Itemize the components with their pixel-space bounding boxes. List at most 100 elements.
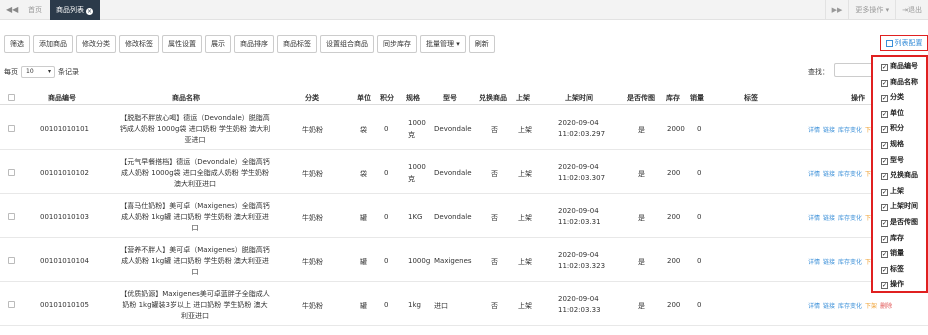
column-toggle[interactable]: ✓ 商品编号 (881, 61, 918, 71)
action-detail[interactable]: 详情 (808, 127, 820, 134)
checkbox-checked-icon[interactable]: ✓ (881, 251, 888, 259)
column-toggle[interactable]: ✓ 操作 (881, 279, 904, 290)
row-checkbox[interactable] (8, 169, 15, 176)
column-header: 商品名称 (172, 94, 200, 102)
checkbox-checked-icon[interactable]: ✓ (881, 188, 888, 196)
scroll-right-icon[interactable]: ▶▶ (824, 0, 849, 20)
action-detail[interactable]: 详情 (808, 303, 820, 310)
exchange: 否 (491, 214, 498, 222)
column-toggle[interactable]: ✓ 销量 (881, 248, 904, 259)
column-toggle[interactable]: ✓ 上架时间 (881, 201, 918, 212)
toolbar-button-4[interactable]: 属性设置 (162, 35, 202, 53)
toolbar-button-1[interactable]: 添加商品 (33, 35, 73, 53)
select-all-checkbox[interactable] (8, 94, 15, 101)
checkbox-checked-icon[interactable]: ✓ (881, 142, 888, 149)
column-toggle-label: 型号 (890, 155, 904, 164)
table-header: 商品编号 商品名称 分类 单位 积分 规格 型号 兑换商品 上架 上架时间 是否传图 库存 销量 标签 操作 (0, 88, 928, 105)
column-toggle[interactable]: ✓ 是否传图 (881, 217, 918, 227)
checkbox-checked-icon[interactable]: ✓ (881, 95, 888, 103)
action-delete[interactable]: 删除 (880, 303, 892, 310)
checkbox-checked-icon[interactable]: ✓ (881, 79, 888, 87)
product-name-line: 钙成人奶粉 1000g袋 进口奶粉 学生奶粉 澳大利 (119, 125, 271, 133)
toolbar-button-10[interactable]: 批量管理 ▾ (420, 35, 466, 53)
action-link[interactable]: 链接 (823, 259, 835, 266)
column-toggle[interactable]: ✓ 商品名称 (881, 77, 918, 87)
tab-product-list[interactable]: 商品列表 × (50, 0, 100, 20)
column-toggle[interactable]: ✓ 单位 (881, 108, 904, 118)
tab-home[interactable]: 首页 (28, 5, 42, 15)
action-unshelf[interactable]: 下架 (865, 303, 877, 310)
action-link[interactable]: 链接 (823, 171, 835, 178)
column-toggle[interactable]: ✓ 规格 (881, 139, 904, 149)
row-checkbox[interactable] (8, 301, 15, 308)
column-toggle[interactable]: ✓ 标签 (881, 264, 904, 274)
shelf-status: 上架 (518, 258, 532, 266)
sales: 0 (697, 213, 702, 221)
has-picture: 是 (638, 258, 645, 266)
checkbox-checked-icon[interactable]: ✓ (881, 110, 888, 118)
action-link[interactable]: 链接 (823, 127, 835, 134)
row-actions: 详情链接库存变化下架删除 (808, 301, 895, 310)
action-detail[interactable]: 详情 (808, 171, 820, 178)
checkbox-checked-icon[interactable]: ✓ (881, 266, 888, 274)
action-detail[interactable]: 详情 (808, 215, 820, 222)
model: Devondale (434, 125, 472, 133)
action-link[interactable]: 链接 (823, 215, 835, 222)
category: 牛奶粉 (302, 214, 323, 222)
row-checkbox[interactable] (8, 125, 15, 132)
checkbox-checked-icon[interactable]: ✓ (881, 157, 888, 165)
product-name-line: 口 (191, 224, 199, 232)
toolbar-button-11[interactable]: 刷新 (468, 35, 495, 53)
column-toggle[interactable]: ✓ 库存 (881, 233, 904, 243)
column-header: 积分 (380, 94, 394, 102)
column-toggle-label: 规格 (890, 140, 904, 148)
page-size-select[interactable]: 10 (21, 66, 55, 78)
toolbar-button-5[interactable]: 展示 (205, 35, 231, 53)
logout-button[interactable]: ⇥退出 (895, 0, 928, 20)
action-link[interactable]: 链接 (823, 303, 835, 310)
column-toggle-label: 操作 (890, 280, 904, 289)
toolbar-button-2[interactable]: 修改分类 (76, 35, 116, 53)
checkbox-checked-icon[interactable]: ✓ (881, 173, 888, 181)
action-stock[interactable]: 库存变化 (838, 303, 862, 310)
shelf-time-line: 2020-09-04 (558, 207, 599, 215)
row-checkbox[interactable] (8, 213, 15, 220)
column-header: 操作 (851, 94, 865, 102)
toolbar-button-3[interactable]: 修改标签 (119, 35, 159, 53)
column-toggle[interactable]: ✓ 型号 (881, 155, 904, 165)
toolbar-button-6[interactable]: 商品排序 (234, 35, 274, 53)
action-stock[interactable]: 库存变化 (838, 127, 862, 134)
checkbox-checked-icon[interactable]: ✓ (881, 64, 888, 71)
action-stock[interactable]: 库存变化 (838, 171, 862, 178)
page-size-suffix: 条记录 (58, 68, 79, 76)
column-toggle[interactable]: ✓ 上架 (881, 186, 904, 196)
row-checkbox[interactable] (8, 257, 15, 264)
action-stock[interactable]: 库存变化 (838, 215, 862, 222)
checkbox-checked-icon[interactable]: ✓ (881, 235, 888, 243)
checkbox-checked-icon[interactable]: ✓ (881, 204, 888, 212)
column-toggle[interactable]: ✓ 积分 (881, 123, 904, 134)
close-tab-icon[interactable]: × (86, 8, 93, 15)
checkbox-checked-icon[interactable]: ✓ (881, 126, 888, 134)
scroll-left-icon[interactable]: ◀◀ (6, 5, 18, 14)
column-config-button[interactable]: 列表配置 (880, 35, 928, 51)
column-toggle-label: 兑换商品 (890, 171, 918, 180)
toolbar-button-9[interactable]: 同步库存 (377, 35, 417, 53)
column-toggle[interactable]: ✓ 兑换商品 (881, 170, 918, 181)
table-row: 00101010103 【喜马仕奶粉】美可卓（Maxigenes）全脂高钙 成人奶粉… (0, 195, 928, 238)
toolbar-button-7[interactable]: 商品标签 (277, 35, 317, 53)
category: 牛奶粉 (302, 126, 323, 134)
search-input[interactable] (834, 63, 874, 77)
toolbar-button-0[interactable]: 筛选 (4, 35, 30, 53)
action-detail[interactable]: 详情 (808, 259, 820, 266)
checkbox-checked-icon[interactable]: ✓ (881, 282, 888, 290)
sales: 0 (697, 169, 702, 177)
action-stock[interactable]: 库存变化 (838, 259, 862, 266)
more-ops-menu[interactable]: 更多操作 ▾ (848, 0, 895, 20)
checkbox-checked-icon[interactable]: ✓ (881, 220, 888, 227)
toolbar-button-8[interactable]: 设置组合商品 (320, 35, 374, 53)
product-code: 00101010102 (40, 169, 89, 177)
page-size-control: 每页 10 条记录 (4, 66, 79, 78)
column-toggle[interactable]: ✓ 分类 (881, 92, 904, 103)
has-picture: 是 (638, 170, 645, 178)
